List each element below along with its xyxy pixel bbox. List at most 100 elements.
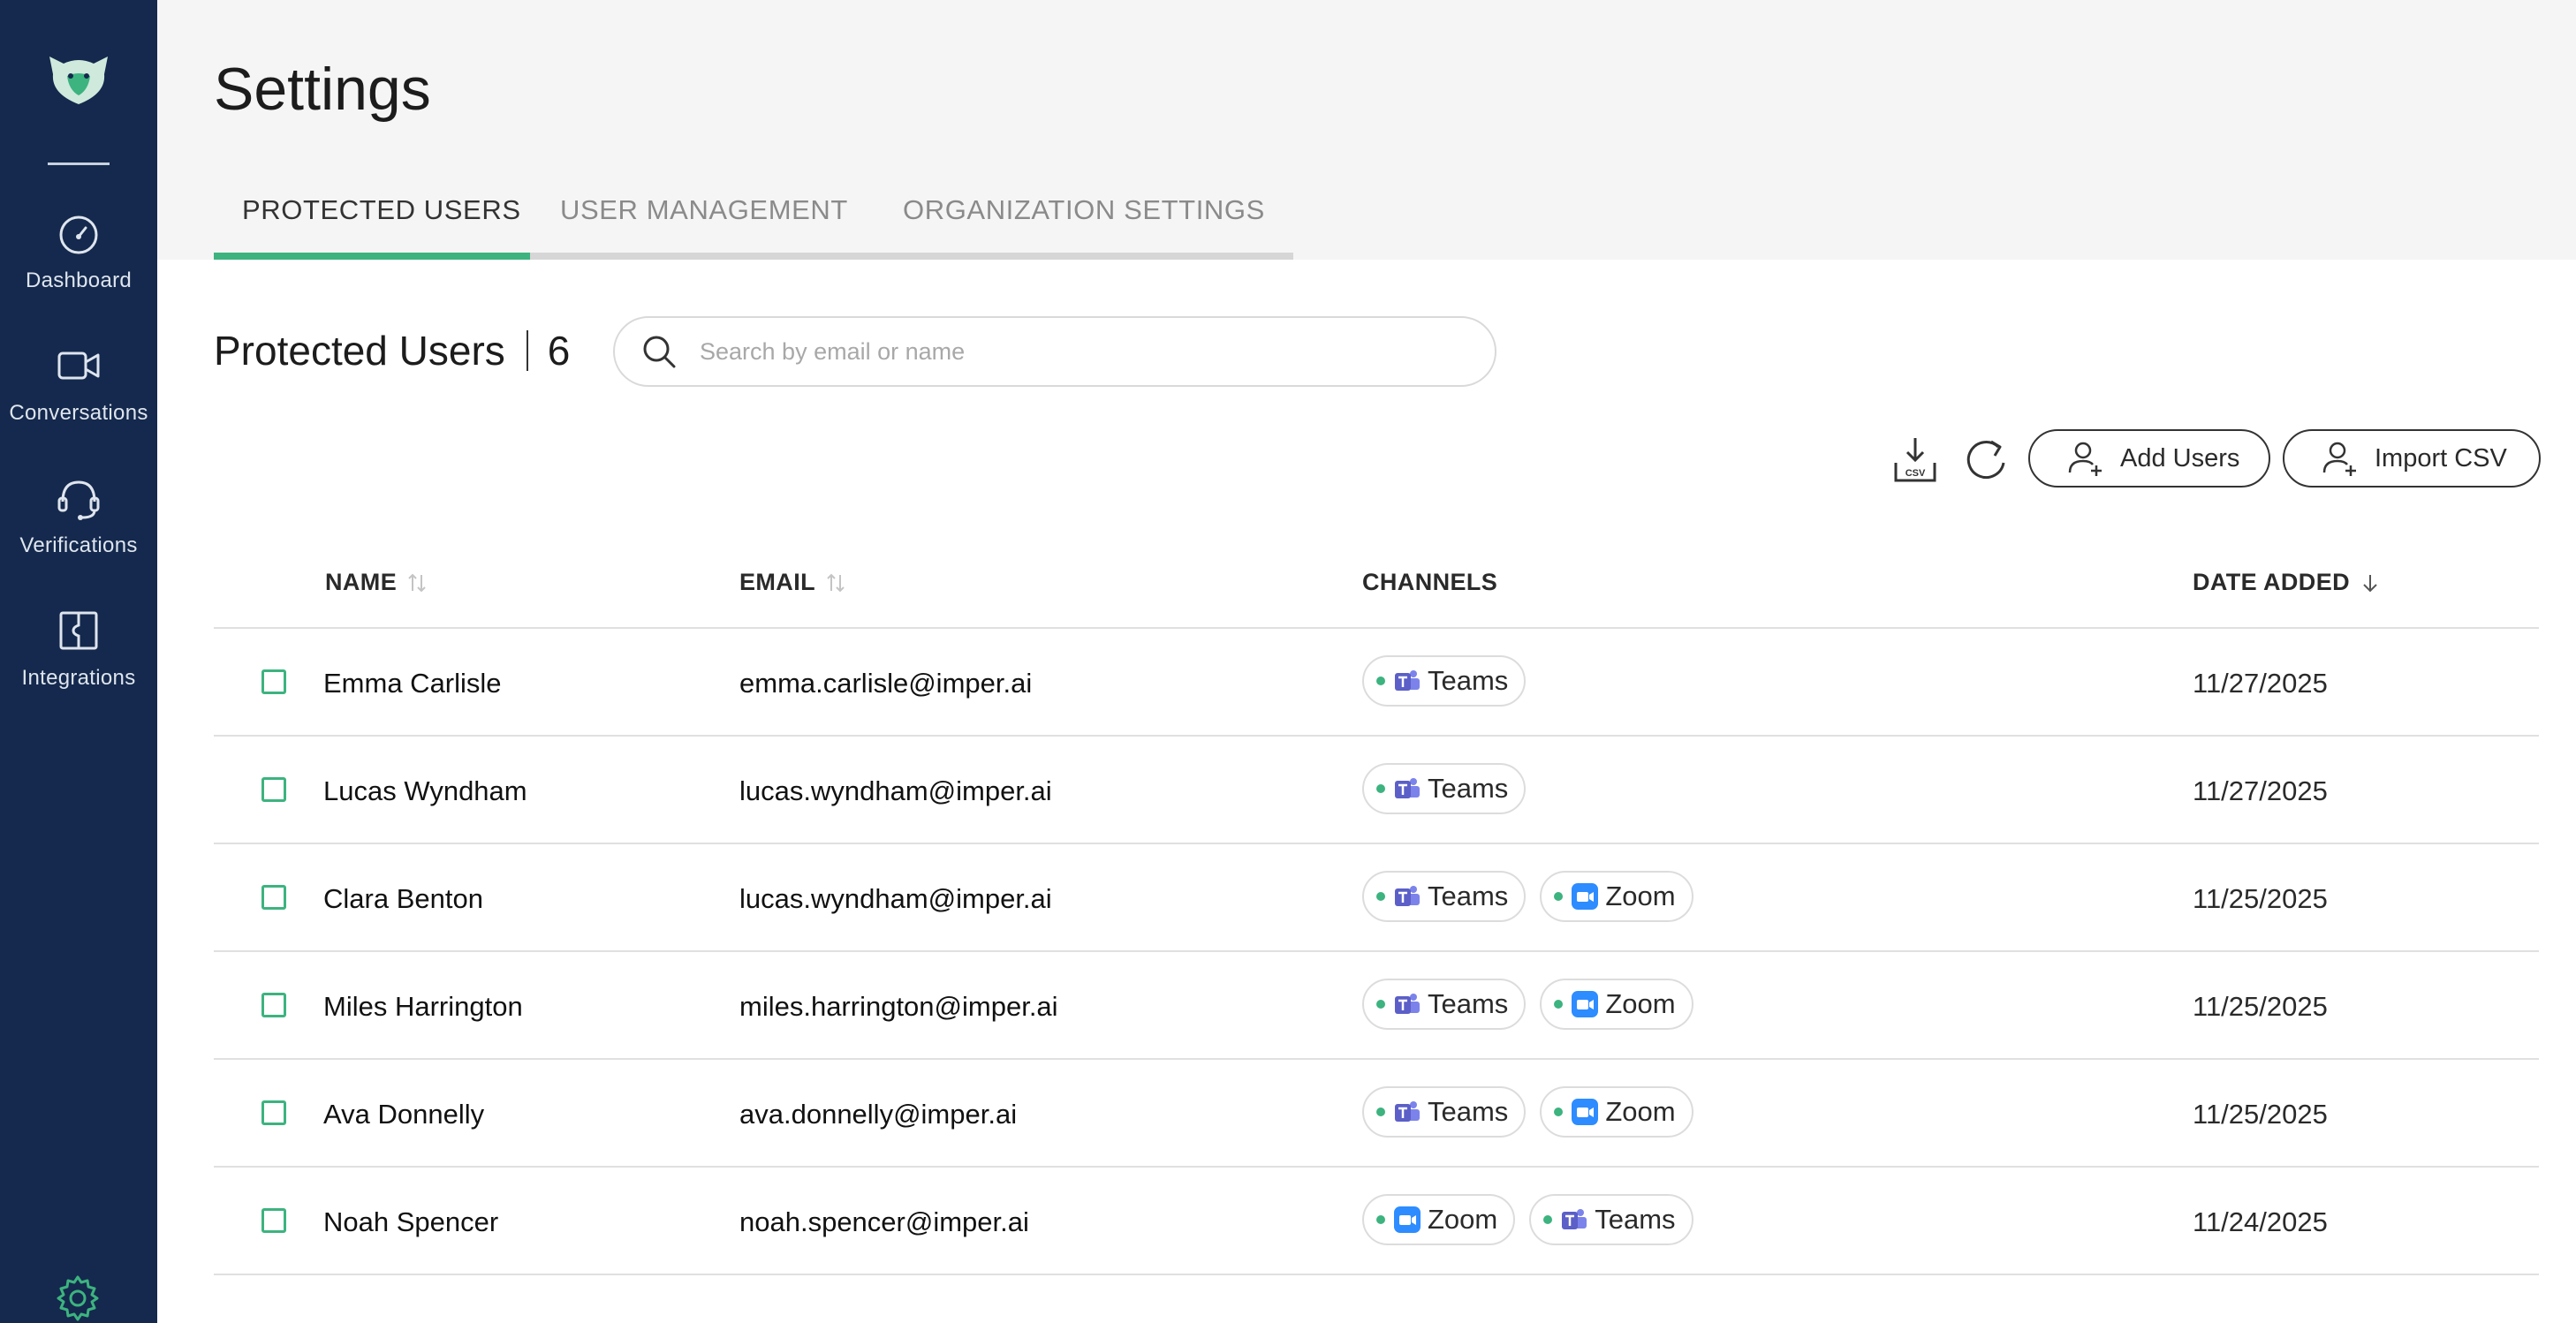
video-camera-icon [57, 352, 100, 380]
sidebar-item-label: Dashboard [25, 268, 133, 292]
sidebar-item-dashboard[interactable]: Dashboard [0, 210, 157, 307]
tab-protected-users[interactable]: PROTECTED USERS [242, 194, 521, 226]
user-email: noah.spencer@imper.ai [739, 1206, 1029, 1237]
user-name: Miles Harrington [323, 991, 523, 1022]
user-name: Ava Donnelly [323, 1099, 485, 1130]
search-bar[interactable] [613, 316, 1496, 387]
user-email: ava.donnelly@imper.ai [739, 1099, 1018, 1130]
zoom-icon [1572, 1099, 1599, 1125]
channel-chip-teams: Teams [1362, 1086, 1527, 1138]
user-name: Noah Spencer [323, 1206, 499, 1237]
channel-list: Teams Zoom [1362, 1086, 1693, 1138]
sidebar-item-integrations[interactable]: Integrations [0, 608, 157, 705]
channel-list: Teams Zoom [1362, 871, 1693, 922]
teams-icon [1395, 994, 1420, 1014]
column-header-name[interactable]: NAME [325, 569, 428, 596]
teams-icon [1395, 1101, 1420, 1122]
user-name: Clara Benton [323, 883, 483, 914]
table-row[interactable]: Lucas Wyndham lucas.wyndham@imper.ai Teams… [214, 737, 2539, 844]
user-count: 6 [547, 328, 571, 374]
puzzle-icon [59, 611, 98, 650]
status-dot [1554, 892, 1564, 901]
csv-download-icon[interactable]: CSV [1892, 436, 1938, 484]
user-email: miles.harrington@imper.ai [739, 991, 1058, 1022]
status-dot [1376, 1000, 1385, 1009]
section-title-text: Protected Users [214, 328, 505, 374]
channel-chip-zoom: Zoom [1540, 979, 1693, 1030]
tab-organization-settings[interactable]: ORGANIZATION SETTINGS [903, 194, 1265, 226]
csv-icon-label: CSV [1905, 468, 1926, 479]
channel-chip-zoom: Zoom [1540, 1086, 1693, 1138]
user-email: lucas.wyndham@imper.ai [739, 775, 1052, 806]
date-added: 11/25/2025 [2193, 991, 2328, 1022]
status-dot [1376, 1108, 1385, 1116]
column-header-email[interactable]: EMAIL [739, 569, 847, 596]
row-checkbox[interactable] [261, 885, 286, 910]
title-separator [526, 330, 528, 371]
column-header-label: CHANNELS [1362, 569, 1498, 595]
channel-chip-zoom: Zoom [1362, 1194, 1516, 1245]
channel-chip-teams: Teams [1362, 979, 1527, 1030]
status-dot [1376, 892, 1385, 901]
date-added: 11/25/2025 [2193, 1099, 2328, 1130]
import-csv-label: Import CSV [2375, 443, 2507, 472]
row-checkbox[interactable] [261, 777, 286, 802]
sidebar-item-label: Verifications [19, 533, 138, 557]
import-csv-button[interactable]: Import CSV [2283, 429, 2541, 488]
add-user-icon [2068, 442, 2102, 476]
teams-icon [1562, 1209, 1587, 1229]
teams-icon [1395, 886, 1420, 906]
teams-icon [1395, 778, 1420, 798]
page-title: Settings [214, 56, 431, 123]
status-dot [1554, 1108, 1564, 1116]
sidebar-item-conversations[interactable]: Conversations [0, 343, 157, 440]
speedometer-icon [59, 215, 98, 254]
column-header-label: EMAIL [739, 569, 815, 595]
refresh-icon[interactable] [1963, 436, 2011, 484]
logo-icon[interactable] [44, 49, 113, 108]
search-input[interactable] [700, 337, 1477, 366]
sort-descending-icon [2363, 574, 2377, 592]
user-name: Lucas Wyndham [323, 775, 527, 806]
date-added: 11/25/2025 [2193, 883, 2328, 914]
channel-chip-teams: Teams [1362, 763, 1527, 814]
channel-label: Teams [1428, 665, 1509, 696]
table-row[interactable]: Emma Carlisle emma.carlisle@imper.ai Teams… [214, 629, 2539, 737]
row-checkbox[interactable] [261, 669, 286, 694]
table-row[interactable]: Clara Benton lucas.wyndham@imper.ai Teams Z… [214, 844, 2539, 952]
sidebar-item-label: Integrations [21, 666, 136, 690]
row-checkbox[interactable] [261, 1100, 286, 1125]
channel-label: Zoom [1605, 1096, 1676, 1127]
column-header-date-added[interactable]: DATE ADDED [2193, 569, 2382, 596]
zoom-icon [1394, 1206, 1421, 1233]
row-checkbox[interactable] [261, 993, 286, 1017]
column-header-label: DATE ADDED [2193, 569, 2350, 595]
table-row[interactable]: Miles Harrington miles.harrington@imper.a… [214, 952, 2539, 1060]
sidebar-item-verifications[interactable]: Verifications [0, 475, 157, 572]
status-dot [1376, 784, 1385, 793]
row-checkbox[interactable] [261, 1208, 286, 1233]
user-email: lucas.wyndham@imper.ai [739, 883, 1052, 914]
logo-divider [48, 163, 110, 165]
column-header-channels: CHANNELS [1362, 569, 1497, 596]
gear-icon[interactable] [51, 1272, 104, 1323]
channel-label: Teams [1428, 1096, 1509, 1127]
channel-label: Teams [1428, 881, 1509, 911]
add-users-label: Add Users [2120, 443, 2240, 472]
teams-icon [1395, 670, 1420, 691]
sidebar-item-label: Conversations [9, 401, 148, 425]
table-row[interactable]: Noah Spencer noah.spencer@imper.ai Zoom Tea… [214, 1168, 2539, 1275]
date-added: 11/24/2025 [2193, 1206, 2328, 1237]
date-added: 11/27/2025 [2193, 668, 2328, 699]
channel-chip-teams: Teams [1362, 655, 1527, 707]
status-dot [1554, 1000, 1564, 1009]
add-users-button[interactable]: Add Users [2028, 429, 2270, 488]
tab-user-management[interactable]: USER MANAGEMENT [560, 194, 848, 226]
channel-chip-teams: Teams [1362, 871, 1527, 922]
status-dot [1376, 677, 1385, 685]
section-title: Protected Users 6 [214, 327, 570, 374]
channel-chip-teams: Teams [1529, 1194, 1693, 1245]
channel-list: Teams Zoom [1362, 979, 1693, 1030]
active-tab-indicator [214, 253, 530, 260]
table-row[interactable]: Ava Donnelly ava.donnelly@imper.ai Teams Zo… [214, 1060, 2539, 1168]
